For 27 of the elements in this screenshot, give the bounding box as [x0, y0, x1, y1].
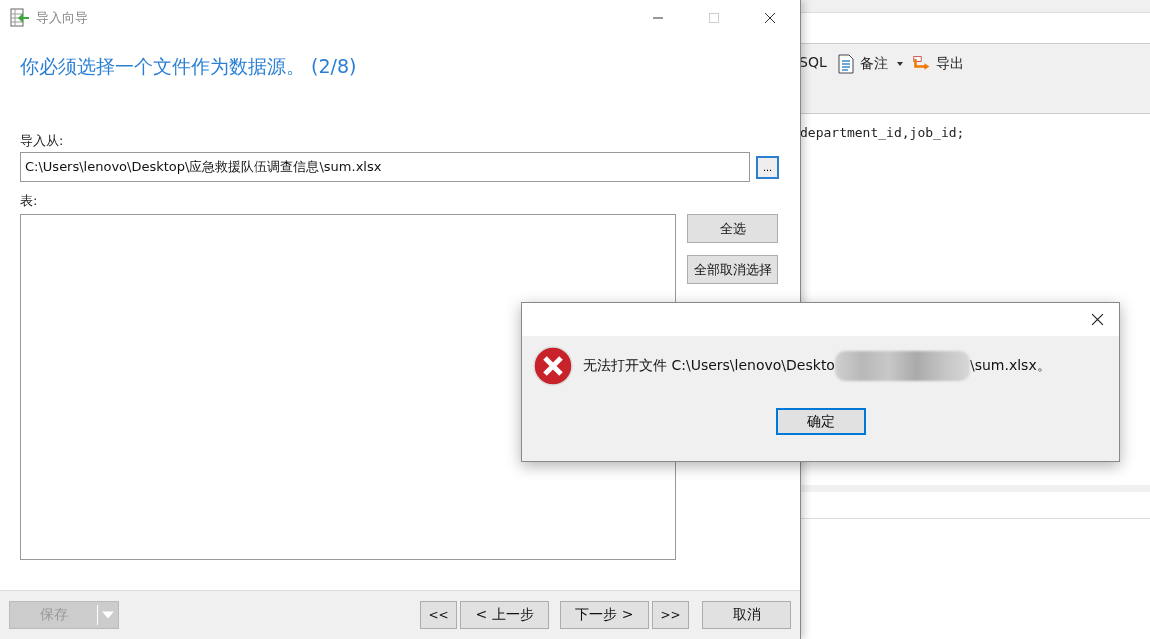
field-label: 导入从: [20, 132, 64, 150]
side-button[interactable]: 全选 [687, 214, 778, 243]
close-icon[interactable] [1091, 313, 1104, 326]
file-path-field[interactable]: C:\Users\lenovo\Desktop\应急救援队伍调查信息\sum.xlsx [20, 152, 750, 182]
nav-button[interactable]: 取消 [702, 601, 791, 629]
nav-button[interactable]: << [420, 601, 457, 629]
browse-button[interactable]: ... [756, 155, 779, 179]
nav-button[interactable]: >> [652, 601, 689, 629]
error-message: 无法打开文件 C:\Users\lenovo\Deskto [583, 357, 835, 375]
step-heading: 你必须选择一个文件作为数据源。 (2/8) [20, 54, 357, 79]
toolbar-label[interactable]: 导出 [935, 55, 964, 73]
dropdown-arrow-icon[interactable] [896, 62, 903, 66]
nav-button[interactable]: 下一步 > [560, 601, 649, 629]
table-import-icon [10, 8, 30, 28]
side-button[interactable]: 全部取消选择 [687, 255, 778, 284]
close-icon[interactable] [764, 12, 776, 24]
ok-button[interactable]: 确定 [776, 408, 866, 435]
window-title: 导入向导 [36, 9, 89, 27]
nav-button[interactable]: < 上一步 [460, 601, 549, 629]
caret-icon [102, 611, 114, 619]
toolbar-label[interactable]: 备注 [859, 55, 888, 73]
code-line: department_id,job_id; [800, 125, 965, 140]
toolbar-label[interactable]: SQL [799, 54, 827, 70]
field-label: 表: [20, 192, 38, 210]
error-message: \sum.xlsx。 [969, 357, 1051, 375]
document-icon [836, 54, 855, 74]
error-icon [533, 346, 573, 386]
